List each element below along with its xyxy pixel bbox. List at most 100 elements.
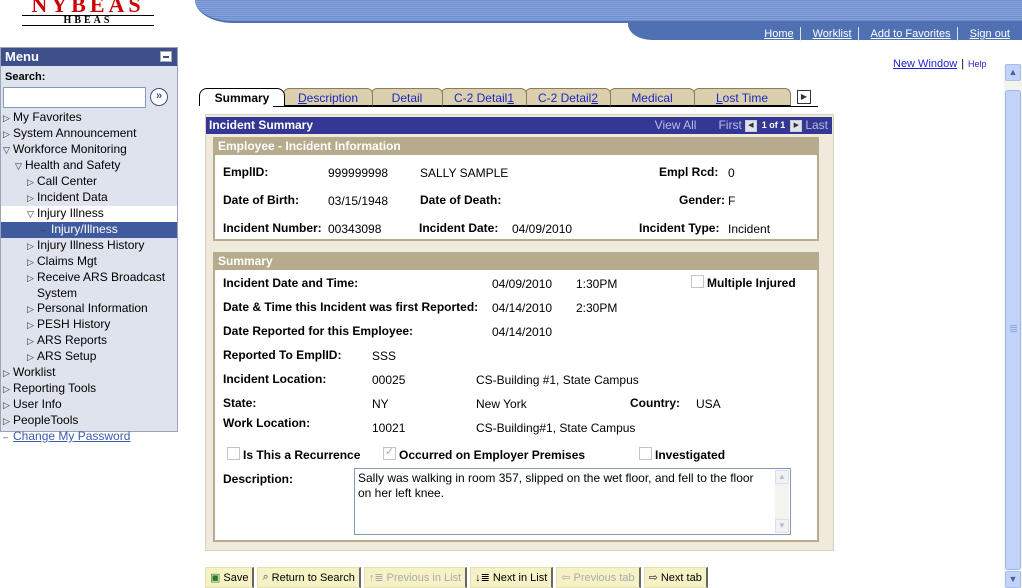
incident-summary-title: Incident Summary — [209, 118, 314, 132]
state-label: State: — [223, 396, 257, 410]
dob-label: Date of Birth: — [223, 193, 299, 207]
first-link[interactable]: First — [718, 117, 741, 134]
menu-item[interactable]: ▽ Workforce Monitoring — [1, 142, 177, 158]
scroll-up-icon[interactable]: ▲ — [775, 470, 789, 484]
tab-description[interactable]: Description — [283, 88, 373, 106]
tab-detail[interactable]: Detail — [371, 88, 443, 106]
tab-label-part: 2 — [591, 91, 599, 105]
scroll-down-icon[interactable]: ▼ — [775, 519, 789, 533]
sign-out-link[interactable]: Sign out — [956, 26, 1016, 41]
scroll-up-icon[interactable]: ▲ — [1005, 64, 1021, 81]
tab-c-2-detail2[interactable]: C-2 Detail2 — [525, 88, 611, 106]
menu-item[interactable]: ▷ PESH History — [1, 317, 177, 333]
gender-value: F — [728, 194, 736, 208]
tab-label-part: L — [715, 91, 723, 105]
collapse-arrow-icon: ▽ — [27, 209, 34, 219]
recurrence-checkbox[interactable] — [227, 447, 240, 460]
investigated-checkbox[interactable] — [639, 447, 652, 460]
first-reported-label: Date & Time this Incident was first Repo… — [223, 300, 479, 314]
description-textarea[interactable]: Sally was walking in room 357, slipped o… — [354, 468, 791, 535]
next-row-icon[interactable]: ▶ — [790, 119, 803, 132]
gender-label: Gender: — [679, 193, 726, 207]
menu-item[interactable]: ▷ Injury Illness History — [1, 238, 177, 254]
menu-header: Menu — [1, 48, 177, 66]
menu-item[interactable]: ▷ Personal Information — [1, 301, 177, 317]
view-all-link[interactable]: View All — [655, 117, 697, 134]
first-reported-time: 2:30PM — [576, 301, 618, 315]
menu-item[interactable]: ▷ My Favorites — [1, 110, 177, 126]
dod-label: Date of Death: — [420, 193, 502, 207]
next-tabs-arrow-icon[interactable]: ▶ — [797, 90, 811, 104]
menu-item[interactable]: ▷ Call Center — [1, 174, 177, 190]
expand-arrow-icon: ▷ — [27, 241, 34, 251]
incident-dt-label: Incident Date and Time: — [223, 276, 359, 290]
search-go-icon[interactable]: » — [150, 88, 168, 106]
next-tab-button[interactable]: ⇨ Next tab — [643, 567, 708, 588]
menu-item[interactable]: ▷ User Info — [1, 397, 177, 413]
menu-item[interactable]: ▷ Claims Mgt — [1, 254, 177, 270]
menu-item[interactable]: – Injury/Illness — [1, 222, 177, 238]
next-in-list-button[interactable]: ↓≣ Next in List — [470, 567, 554, 588]
previous-tab-button[interactable]: ⇦ Previous tab — [556, 567, 641, 588]
scroll-down-icon[interactable]: ▼ — [1005, 571, 1021, 588]
menu-item[interactable]: ▷ Receive ARS Broadcast — [1, 270, 177, 286]
incident-location-name: CS-Building #1, State Campus — [476, 373, 639, 387]
menu-item-label: ARS Setup — [37, 349, 97, 363]
first-reported-date: 04/14/2010 — [492, 301, 553, 315]
new-window-link[interactable]: New Window — [893, 58, 957, 70]
minimize-icon[interactable] — [160, 51, 172, 62]
premises-label: Occurred on Employer Premises — [399, 448, 586, 462]
last-link[interactable]: Last — [805, 117, 828, 134]
page-scrollbar[interactable]: ▲ ▼ — [1004, 64, 1022, 588]
section-title: Summary — [215, 254, 817, 270]
leaf-dash-icon: – — [41, 225, 47, 235]
tab-bar: Summary Description Detail C-2 Detail1 C-2 D… — [199, 88, 819, 107]
previous-in-list-button[interactable]: ↑≣ Previous in List — [363, 567, 468, 588]
expand-arrow-icon: ▷ — [3, 384, 10, 394]
tab-summary[interactable]: Summary — [199, 88, 285, 106]
menu-search-input[interactable] — [3, 87, 146, 108]
menu-item[interactable]: System — [1, 286, 177, 301]
add-to-favorites-link[interactable]: Add to Favorites — [857, 26, 957, 41]
tab-c-2-detail1[interactable]: C-2 Detail1 — [441, 88, 527, 106]
previous-row-icon[interactable]: ◀ — [744, 119, 757, 132]
country-label: Country: — [630, 396, 680, 410]
logo-subtitle: HBEAS — [63, 15, 113, 26]
tab-label-part: C-2 Detail — [537, 91, 592, 105]
menu-item[interactable]: – Change My Password — [1, 429, 177, 445]
reported-to-value: SSS — [372, 349, 397, 363]
menu-item[interactable]: ▽ Injury Illness — [1, 206, 177, 222]
menu-item[interactable]: ▷ System Announcement — [1, 126, 177, 142]
premises-checkbox[interactable] — [383, 445, 396, 460]
menu-item-label: Receive ARS Broadcast — [37, 270, 166, 284]
menu-item[interactable]: ▷ Worklist — [1, 365, 177, 381]
description-scrollbar[interactable]: ▲ ▼ — [775, 470, 789, 533]
tab-lost-time[interactable]: Lost Time — [693, 88, 791, 106]
incident-date-value: 04/09/2010 — [492, 277, 553, 291]
tab-label-part: C-2 Detail — [453, 91, 508, 105]
expand-arrow-icon: ▷ — [27, 177, 34, 187]
menu-item[interactable]: ▷ ARS Reports — [1, 333, 177, 349]
state-name: New York — [476, 397, 527, 411]
menu-item[interactable]: ▽ Health and Safety — [1, 158, 177, 174]
menu-item[interactable]: ▷ PeopleTools — [1, 413, 177, 429]
incident-type-value: Incident — [728, 222, 771, 236]
menu-item[interactable]: ▷ Reporting Tools — [1, 381, 177, 397]
multiple-injured-checkbox[interactable] — [691, 275, 704, 288]
home-link[interactable]: Home — [752, 27, 799, 41]
menu-item[interactable]: ▷ Incident Data — [1, 190, 177, 206]
return-to-search-button[interactable]: ⌕ Return to Search — [257, 567, 361, 588]
row-count: 1 of 1 — [761, 120, 786, 130]
tab-label-part: Detail — [391, 91, 423, 105]
multiple-injured-label: Multiple Injured — [707, 276, 796, 290]
scroll-thumb[interactable] — [1005, 90, 1021, 570]
collapse-arrow-icon: ▽ — [3, 145, 10, 155]
save-icon: ▣ — [210, 572, 221, 584]
previous-in-list-icon: ↑≣ — [368, 572, 384, 584]
menu-item[interactable]: ▷ ARS Setup — [1, 349, 177, 365]
worklist-link[interactable]: Worklist — [799, 26, 858, 41]
menu-item-label: Injury Illness History — [37, 238, 145, 252]
tab-medical[interactable]: Medical — [609, 88, 695, 106]
save-button[interactable]: ▣ Save — [205, 567, 255, 588]
help-link[interactable]: Help — [968, 59, 987, 69]
